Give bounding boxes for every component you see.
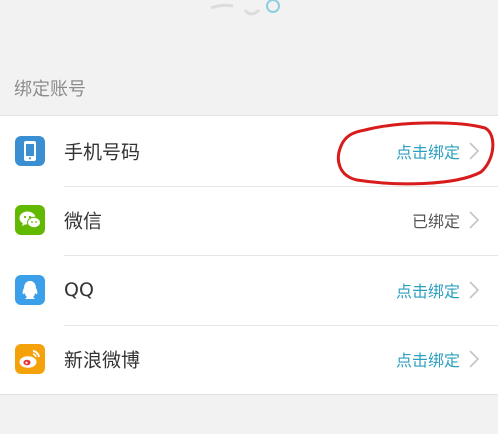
account-label: 新浪微博	[64, 349, 141, 372]
bind-action[interactable]: 点击绑定	[396, 278, 460, 302]
list-item-wechat[interactable]: 微信 已绑定	[0, 185, 498, 256]
qq-icon	[15, 274, 45, 305]
header-area	[0, 0, 498, 62]
chevron-right-icon	[469, 281, 480, 299]
section-title: 绑定账号	[14, 79, 86, 100]
wechat-icon	[15, 205, 45, 236]
account-label: 微信	[64, 210, 103, 233]
bottom-area	[0, 395, 498, 434]
bind-action[interactable]: 点击绑定	[396, 347, 460, 371]
account-label: 手机号码	[64, 141, 141, 164]
list-item-qq[interactable]: QQ 点击绑定	[0, 255, 498, 325]
bound-status[interactable]: 已绑定	[412, 208, 460, 232]
chevron-right-icon	[469, 211, 480, 229]
hand-drawn-circle-annotation	[336, 121, 495, 186]
account-label: QQ	[64, 278, 94, 301]
list-item-weibo[interactable]: 新浪微博 点击绑定	[0, 324, 498, 395]
phone-icon	[15, 135, 45, 166]
partial-header-glyph	[210, 0, 280, 16]
chevron-right-icon	[469, 350, 480, 368]
weibo-icon	[15, 344, 45, 375]
